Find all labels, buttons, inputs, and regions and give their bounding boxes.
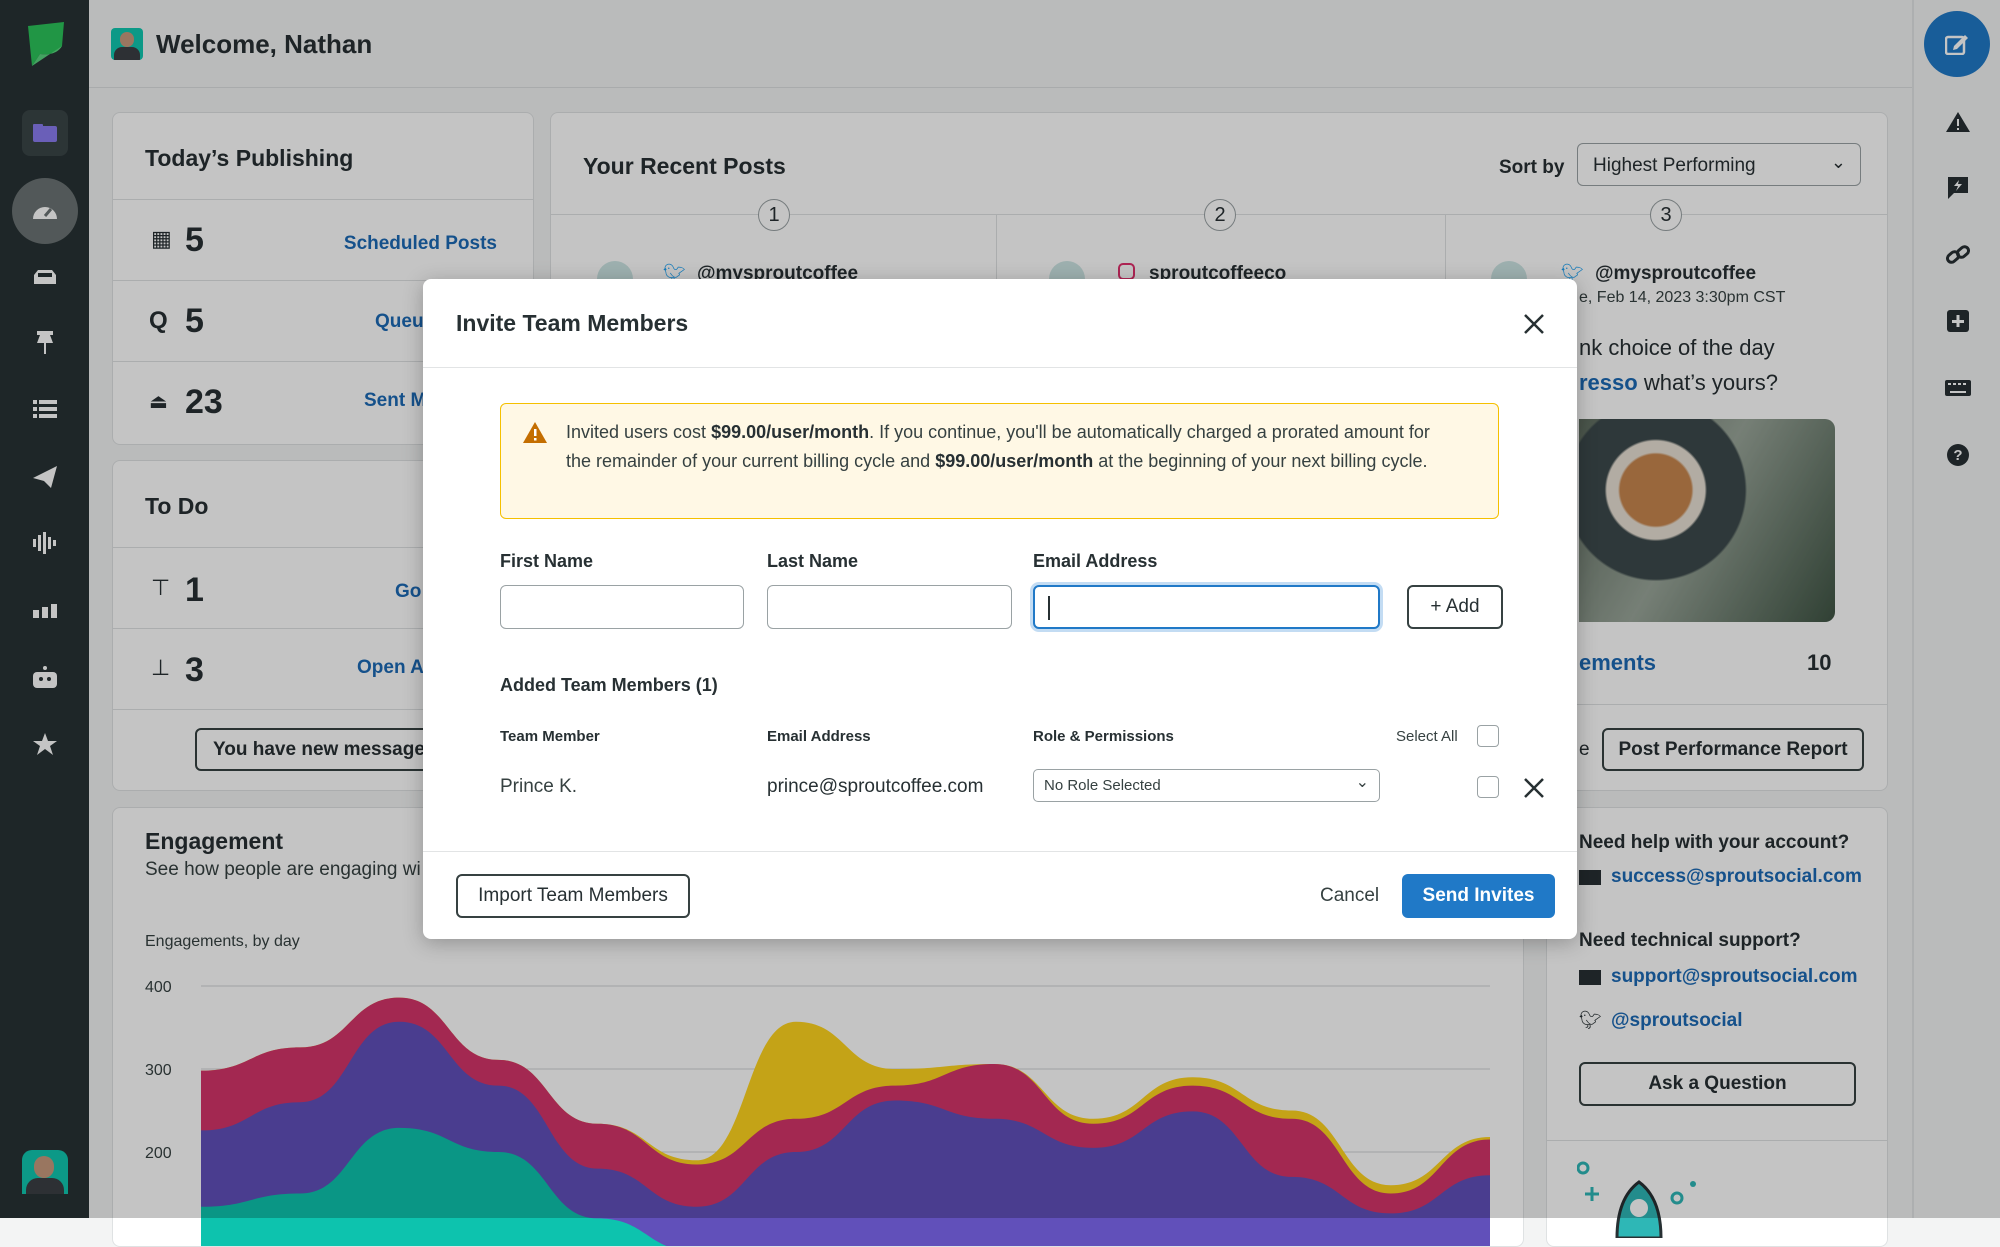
modal-title: Invite Team Members bbox=[456, 310, 689, 336]
billing-warning: Invited users cost $99.00/user/month. If… bbox=[500, 403, 1499, 519]
col-email: Email Address bbox=[767, 728, 871, 745]
warning-icon bbox=[523, 422, 547, 443]
email-input[interactable] bbox=[1033, 585, 1380, 629]
warning-text: Invited users cost $99.00/user/month. If… bbox=[566, 422, 1430, 471]
member-checkbox[interactable] bbox=[1477, 776, 1499, 798]
col-role: Role & Permissions bbox=[1033, 728, 1174, 745]
import-team-members-button[interactable]: Import Team Members bbox=[456, 874, 690, 918]
cancel-button[interactable]: Cancel bbox=[1320, 885, 1379, 907]
email-label: Email Address bbox=[1033, 551, 1158, 571]
add-button[interactable]: + Add bbox=[1407, 585, 1503, 629]
added-members-title: Added Team Members (1) bbox=[500, 675, 718, 695]
remove-member-icon[interactable] bbox=[1523, 777, 1545, 799]
invite-team-members-modal: Invite Team Members Invited users cost $… bbox=[423, 279, 1577, 939]
send-invites-button[interactable]: Send Invites bbox=[1402, 874, 1555, 918]
role-dropdown[interactable]: No Role Selected ⌄ bbox=[1033, 769, 1380, 802]
select-all-label: Select All bbox=[1396, 728, 1458, 745]
chevron-down-icon: ⌄ bbox=[1355, 774, 1369, 791]
member-email: prince@sproutcoffee.com bbox=[767, 776, 984, 797]
select-all-checkbox[interactable] bbox=[1477, 725, 1499, 747]
member-name: Prince K. bbox=[500, 776, 578, 797]
first-name-label: First Name bbox=[500, 551, 594, 571]
first-name-input[interactable] bbox=[500, 585, 744, 629]
close-icon[interactable] bbox=[1523, 313, 1545, 335]
col-team-member: Team Member bbox=[500, 728, 600, 745]
last-name-label: Last Name bbox=[767, 551, 859, 571]
text-cursor bbox=[1048, 596, 1050, 620]
last-name-input[interactable] bbox=[767, 585, 1012, 629]
